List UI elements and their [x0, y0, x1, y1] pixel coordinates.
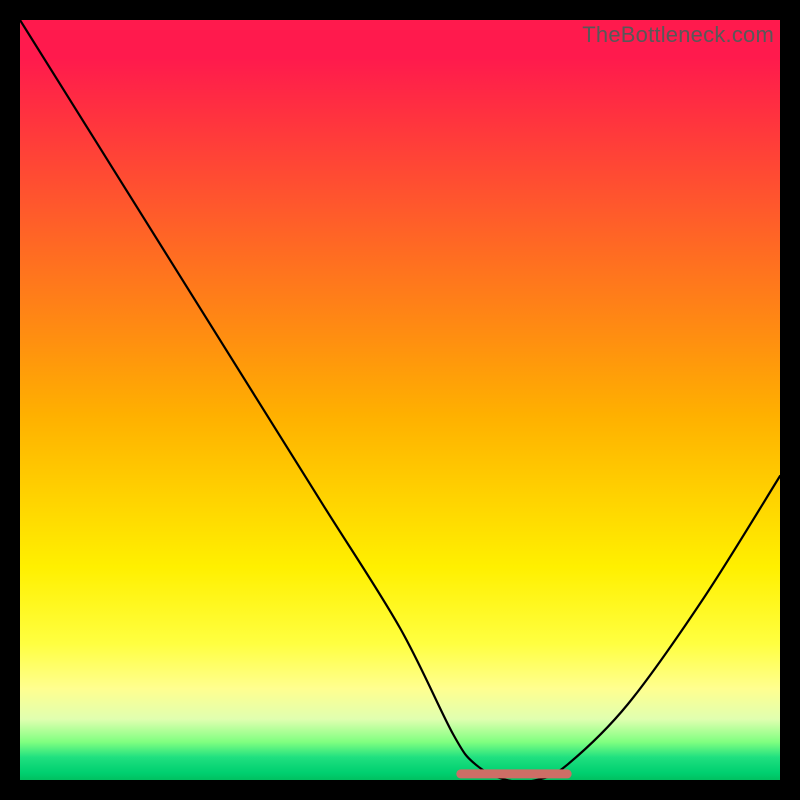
plot-area: TheBottleneck.com [20, 20, 780, 780]
chart-frame: TheBottleneck.com [0, 0, 800, 800]
curve-layer [20, 20, 780, 780]
bottleneck-curve [20, 20, 780, 780]
